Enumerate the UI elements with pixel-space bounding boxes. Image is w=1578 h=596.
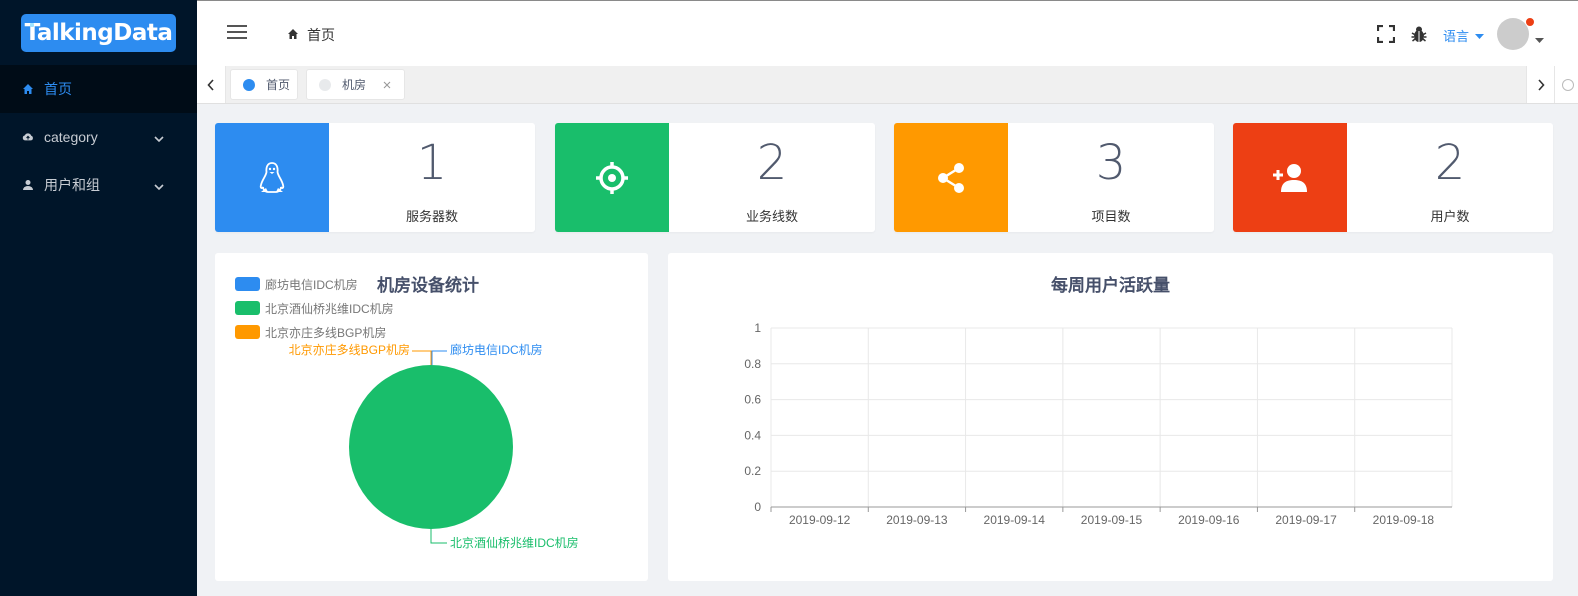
stat-value: 1: [416, 135, 448, 191]
sidebar-item-category[interactable]: category: [0, 113, 197, 161]
stat-card-icon-block: [555, 123, 669, 232]
breadcrumb: 首页: [287, 25, 335, 45]
target-icon: [596, 161, 628, 194]
y-tick-label: 0.8: [744, 357, 761, 371]
sidebar-item-label: 首页: [44, 81, 72, 97]
line-chart: 0 0.2 0.4 0.6 0.8 1 2019-09-12 2019-09-13 2019-…: [744, 321, 1453, 527]
sidebar-item-users-groups[interactable]: 用户和组: [0, 161, 197, 209]
x-tick-label: 2019-09-16: [1178, 513, 1240, 527]
language-label: 语言: [1443, 29, 1470, 44]
linux-penguin-icon: [259, 161, 285, 193]
x-tick-label: 2019-09-15: [1081, 513, 1143, 527]
logo[interactable]: TalkingData: [21, 13, 176, 52]
line-chart-panel: 每周用户活跃量 0 0.2 0.4 0.6 0.8 1 2019-09-12 2019-09…: [668, 253, 1553, 581]
stat-card-icon-block: [1233, 123, 1347, 232]
cloud-icon: [22, 131, 34, 143]
logo-text: TalkingData: [24, 19, 173, 46]
y-tick-label: 0.2: [744, 464, 761, 478]
caret-down-icon: [1475, 28, 1485, 43]
tab-status-dot: [319, 78, 331, 91]
stat-card-users: 2 用户数: [1233, 123, 1553, 232]
menu-toggle-icon[interactable]: [227, 25, 247, 41]
pie-slice-label: 北京亦庄多线BGP机房: [289, 342, 410, 357]
user-icon: [22, 179, 34, 191]
logo-container: TalkingData: [0, 0, 197, 65]
stat-card-projects: 3 项目数: [894, 123, 1214, 232]
home-icon: [287, 27, 299, 43]
x-tick-label: 2019-09-14: [984, 513, 1046, 527]
sidebar-item-label: category: [44, 129, 98, 145]
stat-card-servers: 1 服务器数: [215, 123, 535, 232]
stat-value: 2: [1434, 135, 1466, 191]
stat-value: 3: [1095, 135, 1127, 191]
pie-label-line: [431, 350, 447, 365]
stat-card-business-lines: 2 业务线数: [555, 123, 875, 232]
chevron-down-icon: [154, 130, 164, 146]
stat-card-icon-block: [215, 123, 329, 232]
stat-value: 2: [756, 135, 788, 191]
stat-label: 项目数: [1091, 209, 1131, 224]
y-tick-label: 0: [754, 500, 761, 514]
share-icon: [938, 162, 964, 193]
stat-label: 用户数: [1430, 209, 1470, 224]
stat-label: 服务器数: [405, 209, 458, 224]
add-user-icon: [1273, 163, 1307, 192]
tabs-options-button[interactable]: [1554, 66, 1578, 103]
tab-idc[interactable]: 机房: [306, 69, 405, 100]
pie-slice-label: 廊坊电信IDC机房: [450, 342, 543, 357]
tab-label: 机房: [342, 78, 367, 92]
tab-status-dot: [243, 78, 255, 91]
circle-icon: [1562, 79, 1574, 91]
x-tick-label: 2019-09-18: [1373, 513, 1435, 527]
y-tick-label: 1: [754, 321, 761, 335]
pie-slice-label: 北京酒仙桥兆维IDC机房: [450, 535, 579, 550]
pie-label-line: [412, 350, 432, 365]
sidebar-item-home[interactable]: 首页: [0, 65, 197, 113]
pie-chart: 北京亦庄多线BGP机房 廊坊电信IDC机房 北京酒仙桥兆维IDC机房: [289, 342, 579, 550]
close-icon[interactable]: [383, 78, 391, 92]
stat-label: 业务线数: [745, 209, 798, 224]
tab-label: 首页: [266, 78, 291, 92]
fullscreen-icon[interactable]: [1376, 24, 1396, 48]
stat-card-icon-block: [894, 123, 1008, 232]
y-tick-label: 0.6: [744, 393, 761, 407]
pie-slice[interactable]: [349, 365, 513, 529]
tabs-scroll-left-button[interactable]: [197, 66, 226, 103]
notification-dot: [1525, 17, 1535, 27]
breadcrumb-label: 首页: [307, 27, 335, 43]
y-tick-label: 0.4: [744, 428, 761, 442]
chevron-right-icon: [1538, 78, 1545, 91]
tab-home[interactable]: 首页: [230, 69, 298, 100]
x-tick-label: 2019-09-13: [886, 513, 948, 527]
sidebar: TalkingData 首页 category 用户和组: [0, 0, 197, 596]
top-header: 首页 语言: [197, 0, 1578, 66]
tabs-bar: 首页 机房: [197, 66, 1578, 104]
caret-down-icon[interactable]: [1535, 31, 1544, 49]
home-icon: [22, 83, 34, 95]
x-tick-label: 2019-09-17: [1275, 513, 1337, 527]
language-dropdown[interactable]: 语言: [1443, 26, 1485, 45]
tabs-scroll-right-button[interactable]: [1526, 66, 1555, 103]
chevron-down-icon: [154, 178, 164, 194]
chevron-left-icon: [207, 78, 214, 91]
pie-label-line: [430, 528, 447, 544]
x-tick-label: 2019-09-12: [789, 513, 851, 527]
pie-chart-panel: 廊坊电信IDC机房 北京酒仙桥兆维IDC机房 北京亦庄多线BGP机房 机房设备统…: [215, 253, 648, 581]
sidebar-item-label: 用户和组: [44, 177, 100, 193]
bug-icon[interactable]: [1410, 25, 1428, 48]
